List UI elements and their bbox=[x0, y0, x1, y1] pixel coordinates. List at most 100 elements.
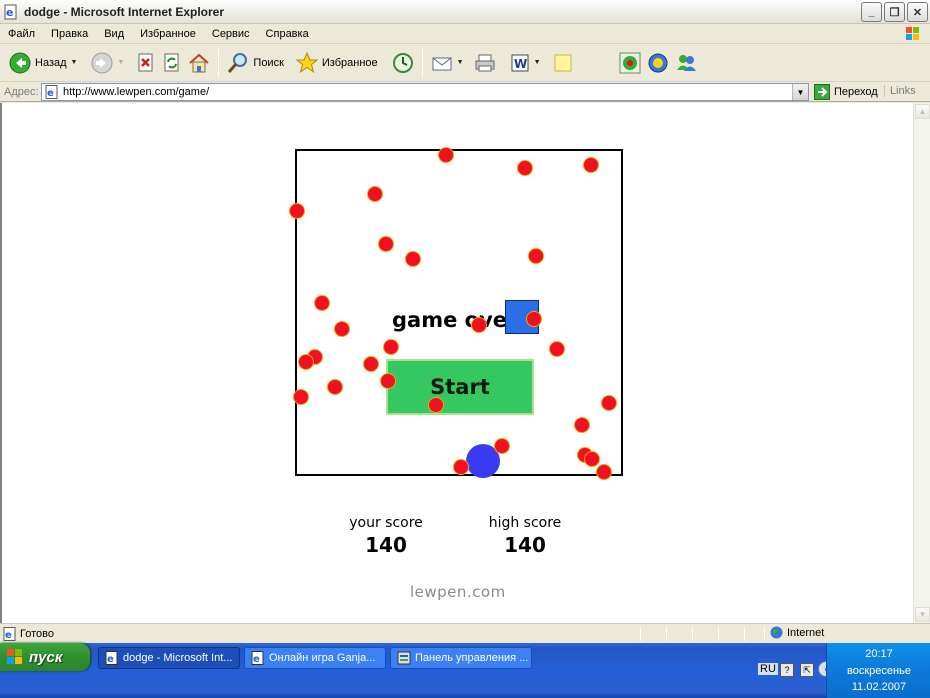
status-divider bbox=[692, 627, 693, 641]
svg-text:W: W bbox=[514, 57, 527, 71]
note-icon bbox=[554, 54, 572, 71]
refresh-icon bbox=[164, 53, 179, 71]
minimize-button[interactable]: _ bbox=[861, 2, 882, 22]
red-dot bbox=[314, 295, 330, 311]
status-divider bbox=[640, 627, 641, 641]
back-arrow-icon bbox=[9, 52, 31, 73]
red-dot bbox=[428, 397, 444, 413]
back-button[interactable]: Назад ▼ bbox=[6, 47, 80, 79]
game-over-text: game over bbox=[392, 308, 518, 332]
close-button[interactable]: ✕ bbox=[907, 2, 928, 22]
red-dot bbox=[367, 186, 383, 202]
svg-text:e: e bbox=[253, 654, 260, 665]
status-bar: e Готово Internet bbox=[0, 623, 930, 643]
taskbar-item-dodge[interactable]: e dodge - Microsoft Int... bbox=[98, 647, 240, 669]
messenger-button[interactable] bbox=[672, 47, 700, 79]
printer-icon bbox=[475, 54, 495, 71]
refresh-button[interactable] bbox=[159, 47, 185, 79]
red-dot bbox=[528, 248, 544, 264]
history-button[interactable] bbox=[389, 47, 417, 79]
your-score-value: 140 bbox=[365, 533, 407, 557]
menu-tools[interactable]: Сервис bbox=[204, 24, 258, 44]
history-icon bbox=[392, 52, 413, 73]
site-brand: lewpen.com bbox=[410, 583, 506, 601]
messenger-icon bbox=[676, 54, 696, 71]
ie-page-icon: e bbox=[105, 651, 118, 665]
title-bar: e dodge - Microsoft Internet Explorer _ … bbox=[0, 0, 930, 24]
restore-icon[interactable]: ⇱ bbox=[800, 663, 814, 677]
start-button[interactable]: Start bbox=[386, 359, 534, 415]
taskbar-item-ganja[interactable]: e Онлайн игра Ganja... bbox=[244, 647, 386, 669]
red-dot bbox=[574, 417, 590, 433]
status-divider bbox=[744, 627, 745, 641]
page-status-icon: e bbox=[3, 626, 16, 641]
svg-text:e: e bbox=[107, 654, 114, 665]
links-toolbar[interactable]: Links bbox=[884, 85, 916, 97]
red-dot bbox=[471, 317, 487, 333]
mail-button[interactable]: ▼ bbox=[428, 47, 467, 79]
research-button[interactable] bbox=[644, 47, 672, 79]
discuss-button[interactable] bbox=[550, 47, 576, 79]
language-bar-buttons: ? ⇱ bbox=[780, 663, 814, 677]
svg-text:e: e bbox=[5, 630, 12, 641]
back-dropdown-icon[interactable]: ▼ bbox=[71, 59, 78, 66]
address-dropdown-icon[interactable]: ▼ bbox=[792, 84, 808, 100]
red-dot bbox=[363, 356, 379, 372]
menu-favorites[interactable]: Избранное bbox=[132, 24, 204, 44]
edit-button[interactable]: W ▼ bbox=[507, 47, 544, 79]
windows-flag-icon bbox=[7, 649, 22, 664]
icq-button[interactable] bbox=[616, 47, 644, 79]
print-button[interactable] bbox=[471, 47, 499, 79]
scroll-down-icon[interactable]: ▼ bbox=[915, 607, 930, 622]
red-dot bbox=[289, 203, 305, 219]
start-menu-button[interactable]: пуск bbox=[0, 643, 90, 671]
red-dot bbox=[298, 354, 314, 370]
page-content: game over Start your score 140 high scor… bbox=[0, 103, 913, 623]
your-score-label: your score bbox=[349, 515, 423, 531]
star-icon bbox=[295, 51, 318, 73]
control-panel-icon bbox=[397, 651, 411, 665]
windows-logo-icon bbox=[906, 27, 919, 40]
go-button[interactable]: Переход bbox=[814, 83, 878, 101]
menu-file[interactable]: Файл bbox=[0, 24, 43, 44]
scroll-up-icon[interactable]: ▲ bbox=[915, 104, 930, 119]
address-label: Адрес: bbox=[4, 85, 39, 98]
mail-dropdown-icon[interactable]: ▼ bbox=[457, 59, 464, 66]
red-dot bbox=[549, 341, 565, 357]
red-dot bbox=[383, 339, 399, 355]
favorites-label: Избранное bbox=[321, 56, 378, 69]
address-input[interactable]: e http://www.lewpen.com/game/ ▼ bbox=[41, 83, 809, 101]
favorites-button[interactable]: Избранное bbox=[293, 47, 381, 79]
menu-help[interactable]: Справка bbox=[258, 24, 317, 44]
tray-day: воскресенье bbox=[847, 665, 911, 677]
stop-button[interactable] bbox=[133, 47, 159, 79]
game-area[interactable]: game over Start bbox=[289, 147, 623, 480]
toolbar-separator bbox=[218, 48, 220, 77]
back-label: Назад bbox=[35, 56, 67, 69]
taskbar-item-control-panel[interactable]: Панель управления ... bbox=[390, 647, 532, 669]
icq-flower-icon bbox=[619, 52, 641, 73]
language-bar[interactable]: RU bbox=[758, 663, 778, 675]
search-button[interactable]: Поиск bbox=[224, 47, 286, 79]
taskbar-item-label: Панель управления ... bbox=[415, 652, 529, 664]
menu-view[interactable]: Вид bbox=[96, 24, 132, 44]
home-icon bbox=[189, 53, 210, 72]
word-edit-icon: W bbox=[511, 54, 529, 71]
help-icon[interactable]: ? bbox=[780, 663, 794, 677]
home-button[interactable] bbox=[185, 47, 213, 79]
edit-dropdown-icon[interactable]: ▼ bbox=[534, 59, 541, 66]
red-dot bbox=[601, 395, 617, 411]
go-arrow-icon bbox=[814, 84, 830, 100]
maximize-button[interactable]: ❐ bbox=[884, 2, 905, 22]
taskbar: пуск e dodge - Microsoft Int... e Онлайн… bbox=[0, 643, 930, 698]
tray-date: 11.02.2007 bbox=[851, 681, 907, 693]
red-dot bbox=[517, 160, 533, 176]
toolbar: Назад ▼ ▼ Поиск Избранное ▼ W ▼ bbox=[0, 44, 930, 82]
tray-time[interactable]: 20:17 bbox=[827, 648, 930, 660]
forward-button[interactable]: ▼ bbox=[88, 47, 127, 79]
red-dot bbox=[334, 321, 350, 337]
vertical-scrollbar[interactable]: ▲ ▼ bbox=[913, 103, 930, 623]
menu-edit[interactable]: Правка bbox=[43, 24, 96, 44]
forward-dropdown-icon[interactable]: ▼ bbox=[117, 59, 124, 66]
forward-arrow-icon bbox=[91, 52, 113, 73]
